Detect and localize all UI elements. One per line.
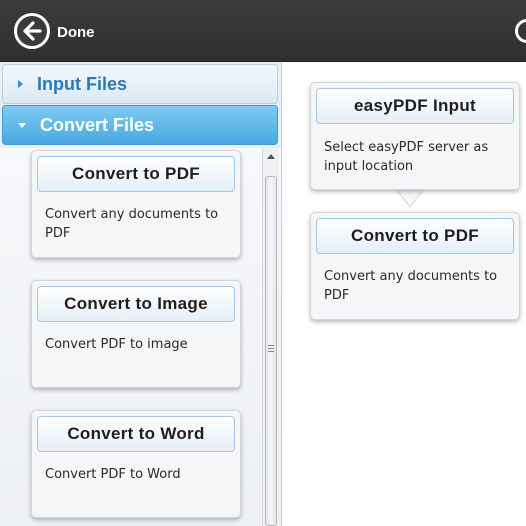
connector-arrow (396, 189, 424, 208)
convert-list: Convert to PDF Convert any documents to … (0, 148, 281, 526)
workflow-card-input[interactable]: easyPDF Input Select easyPDF server as i… (310, 82, 520, 190)
left-panel: Input Files Convert Files Convert to PDF… (0, 62, 282, 526)
convert-card[interactable]: Convert to PDF Convert any documents to … (31, 150, 241, 258)
workflow-card-convert[interactable]: Convert to PDF Convert any documents to … (310, 212, 520, 320)
accordion-label: Input Files (37, 73, 127, 94)
scroll-thumb[interactable] (265, 176, 277, 526)
card-description: Convert PDF to Word (45, 467, 181, 482)
scroll-up-arrow-icon[interactable] (267, 154, 275, 159)
card-description: Convert PDF to image (45, 337, 188, 352)
top-bar: Done (0, 0, 526, 62)
vertical-scrollbar[interactable] (262, 148, 279, 526)
card-title[interactable]: Convert to Word (37, 416, 235, 452)
card-description: Select easyPDF server as input location (324, 140, 489, 174)
grip-icon (268, 345, 274, 352)
card-description: Convert any documents to PDF (45, 207, 219, 241)
convert-card[interactable]: Convert to Word Convert PDF to Word (31, 410, 241, 518)
card-description: Convert any documents to PDF (324, 269, 498, 303)
card-title[interactable]: Convert to PDF (316, 218, 514, 254)
done-label[interactable]: Done (57, 24, 95, 41)
edge-button[interactable] (515, 19, 526, 43)
accordion-label: Convert Files (40, 114, 155, 135)
card-title[interactable]: easyPDF Input (316, 88, 514, 124)
accordion-input-files[interactable]: Input Files (2, 64, 278, 104)
convert-card[interactable]: Convert to Image Convert PDF to image (31, 280, 241, 388)
chevron-down-icon (18, 122, 26, 128)
back-arrow-icon (23, 21, 42, 41)
back-button[interactable] (14, 13, 50, 49)
card-title[interactable]: Convert to Image (37, 286, 235, 322)
chevron-right-icon (18, 80, 23, 88)
card-title[interactable]: Convert to PDF (37, 156, 235, 192)
accordion-convert-files[interactable]: Convert Files (2, 105, 278, 145)
